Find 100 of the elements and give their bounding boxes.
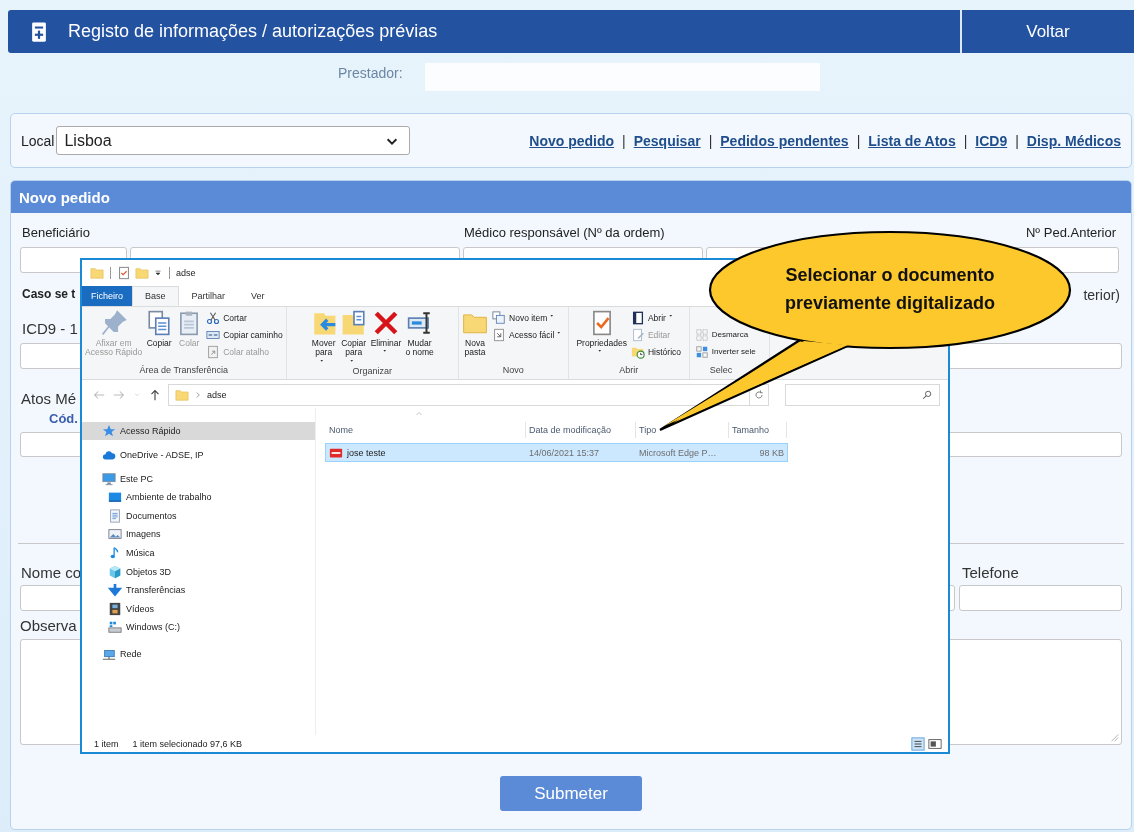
details-view-icon[interactable]	[911, 736, 925, 751]
field-label: Atos Mé	[20, 390, 77, 409]
field-label: ICD9 - 1	[21, 320, 78, 339]
invert-selection-icon	[694, 344, 709, 359]
search-icon	[921, 389, 933, 401]
table-cell-text: 14/06/2021 15:37	[528, 446, 601, 460]
nav-item[interactable]: Este PC	[82, 470, 315, 488]
column-header: Cód.	[49, 411, 78, 428]
field-label: Nº Ped.Anterior	[1025, 225, 1117, 242]
ribbon-button[interactable]: Histórico	[629, 344, 682, 359]
ribbon-button[interactable]: Nova pasta	[461, 310, 489, 365]
easy-access-icon	[492, 327, 506, 342]
folder-copy-icon	[340, 310, 367, 336]
properties-icon[interactable]	[117, 266, 131, 280]
drive-icon	[108, 620, 122, 635]
nav-item[interactable]: Rede	[82, 644, 315, 663]
field-label: Médico responsável (Nº da ordem)	[464, 225, 666, 242]
callout-text: Selecionar o documento previamente digitalizado	[783, 264, 997, 315]
nav-item[interactable]: Ambiente de trabalho	[82, 488, 315, 507]
address-bar[interactable]: adse	[168, 384, 750, 406]
ribbon-button[interactable]: Copiar	[145, 310, 174, 365]
delete-icon	[373, 310, 399, 336]
ribbon-button[interactable]: Copiar caminho	[205, 327, 284, 342]
nav-link[interactable]: Pesquisar	[633, 132, 701, 149]
location-select[interactable]: Lisboa	[56, 126, 411, 155]
nav-item[interactable]: Windows (C:)	[82, 618, 315, 637]
cloud-icon	[102, 448, 116, 462]
group-label: Abrir	[618, 365, 640, 377]
link-separator: |	[622, 132, 626, 149]
new-item-icon	[492, 310, 506, 325]
column-header[interactable]: Data de modificação	[526, 422, 636, 438]
link-separator: |	[708, 132, 713, 149]
pin-icon	[100, 310, 127, 336]
nav-item[interactable]: Acesso Rápido	[82, 422, 315, 440]
nav-item[interactable]: Música	[82, 543, 315, 563]
ribbon-button[interactable]: Acesso fácil	[491, 327, 566, 342]
image-icon	[108, 527, 122, 542]
ribbon-button[interactable]: Abrir	[629, 310, 682, 325]
scissors-icon	[206, 310, 221, 325]
nav-link[interactable]: Novo pedido	[529, 132, 615, 149]
status-text: 1 item selecionado 97,6 KB	[132, 738, 243, 749]
window-title: adse	[176, 268, 196, 278]
ribbon-button[interactable]: Novo item	[491, 310, 566, 325]
location-label: Local	[21, 132, 55, 149]
up-arrow-icon[interactable]	[148, 388, 162, 402]
nav-link[interactable]: ICD9	[975, 132, 1008, 149]
table-cell: jose teste	[326, 444, 526, 461]
copy-icon	[146, 310, 173, 336]
nav-item[interactable]: OneDrive - ADSE, IP	[82, 446, 315, 464]
column-header[interactable]: Nome	[326, 422, 526, 438]
select-none-icon	[694, 327, 709, 342]
nav-item[interactable]: Objetos 3D	[82, 562, 315, 581]
group-label: Área de Transferência	[138, 365, 230, 377]
group-label: Organizar	[351, 365, 393, 378]
ribbon-button[interactable]: Copiar para	[339, 310, 368, 366]
nav-link[interactable]: Lista de Atos	[868, 132, 956, 149]
ribbon-button[interactable]: Mover para	[309, 310, 338, 366]
edit-icon	[630, 327, 645, 342]
panel-header: Novo pedido	[11, 181, 1131, 213]
ribbon-button[interactable]: Cortar	[205, 310, 284, 325]
shortcut-icon	[206, 344, 221, 359]
large-icons-view-icon[interactable]	[928, 736, 942, 751]
search-field[interactable]	[785, 384, 940, 406]
nav-link[interactable]: Disp. Médicos	[1026, 132, 1121, 149]
film-icon	[108, 601, 122, 616]
refresh-icon	[753, 389, 765, 401]
field-label: Observa	[20, 617, 77, 636]
link-separator: |	[963, 132, 968, 149]
note-text: terior)	[1083, 287, 1121, 304]
nav-link[interactable]: Pedidos pendentes	[720, 132, 849, 149]
provider-label: Prestador:	[338, 65, 403, 81]
group-label: Selec	[708, 365, 734, 377]
link-separator: |	[1015, 132, 1019, 149]
ribbon-button[interactable]: Desmarca	[693, 327, 757, 342]
open-icon	[630, 310, 645, 325]
status-text: 1 item	[94, 738, 119, 749]
field-label: Beneficiário	[21, 225, 91, 242]
column-header[interactable]: Tamanho	[729, 422, 787, 438]
field-label: Telefone	[962, 564, 1019, 583]
file-row[interactable]: jose teste 14/06/2021 15:37 Microsoft Edge P… 98 KB	[326, 444, 787, 461]
star-icon	[102, 424, 116, 438]
nav-item[interactable]: Imagens	[82, 525, 315, 544]
field-label: Nome co	[20, 564, 82, 583]
rename-icon	[406, 310, 433, 336]
input-field[interactable]	[959, 585, 1122, 611]
folder-icon	[175, 388, 189, 402]
ribbon-button[interactable]: Eliminar	[369, 310, 403, 366]
file-menu-button[interactable]: Ficheiro	[82, 286, 132, 306]
group-label: Novo	[501, 365, 525, 377]
monitor-icon	[102, 472, 116, 486]
ribbon-tab[interactable]: Base	[132, 286, 179, 306]
ribbon-button[interactable]: Propriedades	[575, 310, 628, 365]
ribbon-button[interactable]: Mudar o nome	[404, 310, 435, 366]
ribbon-button[interactable]: Inverter sele	[693, 344, 757, 359]
nav-item[interactable]: Documentos	[82, 506, 315, 526]
nav-item[interactable]: Transferências	[82, 580, 315, 600]
document-icon	[108, 508, 122, 523]
page-title: Registo de informações / autorizações prévias	[68, 21, 438, 42]
note-text: Caso se t	[21, 287, 76, 303]
nav-item[interactable]: Vídeos	[82, 599, 315, 619]
